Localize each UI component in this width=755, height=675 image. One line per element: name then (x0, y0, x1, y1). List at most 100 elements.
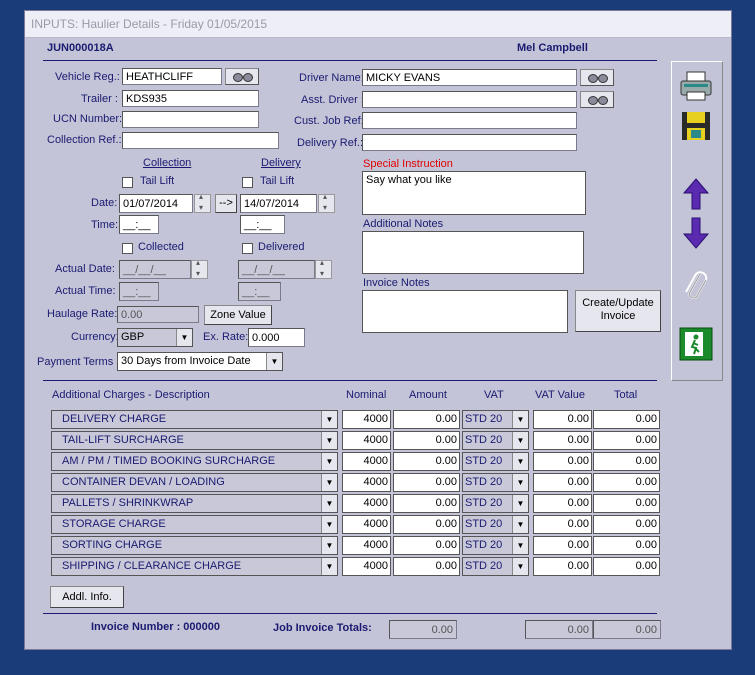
actual-date-collection-field[interactable]: __/__/__ (119, 260, 191, 279)
charge-vat-value-field[interactable]: 0.00 (533, 515, 592, 534)
charge-vat-value-field[interactable]: 0.00 (533, 473, 592, 492)
charge-amount-field[interactable]: 0.00 (393, 452, 460, 471)
charge-nominal-field[interactable]: 4000 (342, 557, 391, 576)
charge-description-select[interactable]: SORTING CHARGE ▼ (51, 536, 338, 555)
asst-driver-lookup-binoculars-icon[interactable] (580, 91, 614, 108)
charge-total-field[interactable]: 0.00 (593, 473, 660, 492)
create-update-invoice-button[interactable]: Create/Update Invoice (575, 290, 661, 332)
charge-vat-select[interactable]: STD 20 ▼ (462, 473, 529, 492)
charge-total-field[interactable]: 0.00 (593, 431, 660, 450)
vehicle-reg-field[interactable]: HEATHCLIFF (122, 68, 222, 85)
paperclip-icon[interactable] (678, 268, 714, 304)
arrow-up-icon[interactable] (678, 176, 714, 212)
delivered-checkbox[interactable] (242, 243, 253, 254)
ex-rate-field[interactable]: 0.000 (248, 328, 305, 347)
actual-date-delivery-spinner[interactable] (315, 258, 332, 279)
charge-nominal-field[interactable]: 4000 (342, 536, 391, 555)
charge-amount-field[interactable]: 0.00 (393, 557, 460, 576)
actual-date-delivery-field[interactable]: __/__/__ (238, 260, 315, 279)
chevron-down-icon: ▼ (266, 353, 282, 370)
exit-icon[interactable] (678, 326, 714, 362)
charge-description-select[interactable]: DELIVERY CHARGE ▼ (51, 410, 338, 429)
charge-vat-value-field[interactable]: 0.00 (533, 410, 592, 429)
collected-checkbox[interactable] (122, 243, 133, 254)
delivery-date-spinner[interactable] (318, 192, 335, 213)
charge-vat-select[interactable]: STD 20 ▼ (462, 494, 529, 513)
asst-driver-field[interactable] (362, 91, 577, 108)
printer-icon[interactable] (678, 68, 714, 104)
charge-description-select[interactable]: SHIPPING / CLEARANCE CHARGE ▼ (51, 557, 338, 576)
charge-vat-select[interactable]: STD 20 ▼ (462, 557, 529, 576)
charge-amount-field[interactable]: 0.00 (393, 515, 460, 534)
charge-nominal-field[interactable]: 4000 (342, 410, 391, 429)
driver-lookup-binoculars-icon[interactable] (580, 69, 614, 86)
charge-vat-select[interactable]: STD 20 ▼ (462, 410, 529, 429)
delivery-time-field[interactable]: __:__ (240, 215, 285, 234)
cust-job-ref-field[interactable] (362, 112, 577, 129)
copy-date-button[interactable]: --> (215, 194, 237, 213)
collection-date-field[interactable]: 01/07/2014 (119, 194, 193, 213)
charge-total-field[interactable]: 0.00 (593, 557, 660, 576)
charge-vat-select[interactable]: STD 20 ▼ (462, 536, 529, 555)
collection-date-spinner[interactable] (194, 192, 211, 213)
charge-vat-select[interactable]: STD 20 ▼ (462, 515, 529, 534)
delivery-tail-lift-checkbox[interactable] (242, 177, 253, 188)
charge-amount-field[interactable]: 0.00 (393, 431, 460, 450)
charge-amount-field[interactable]: 0.00 (393, 494, 460, 513)
collection-time-field[interactable]: __:__ (119, 215, 159, 234)
charge-total-field[interactable]: 0.00 (593, 494, 660, 513)
ucn-field[interactable] (122, 111, 259, 128)
currency-select[interactable]: GBP ▼ (117, 328, 193, 347)
charge-vat-value-field[interactable]: 0.00 (533, 557, 592, 576)
charge-vat-value-field[interactable]: 0.00 (533, 536, 592, 555)
charge-nominal-field[interactable]: 4000 (342, 431, 391, 450)
charge-total-field[interactable]: 0.00 (593, 452, 660, 471)
collection-ref-field[interactable] (122, 132, 279, 149)
charge-vat-value-field[interactable]: 0.00 (533, 431, 592, 450)
charge-nominal-field[interactable]: 4000 (342, 515, 391, 534)
save-disk-icon[interactable] (678, 108, 714, 144)
arrow-down-icon[interactable] (678, 215, 714, 251)
charge-description-select[interactable]: CONTAINER DEVAN / LOADING ▼ (51, 473, 338, 492)
charge-vat-value-field[interactable]: 0.00 (533, 494, 592, 513)
charge-nominal-field[interactable]: 4000 (342, 452, 391, 471)
actual-time-delivery-field[interactable]: __:__ (238, 282, 281, 301)
driver-name-field[interactable]: MICKY EVANS (362, 69, 577, 86)
haulage-rate-field[interactable]: 0.00 (117, 306, 199, 323)
actual-time-collection-field[interactable]: __:__ (119, 282, 159, 301)
haulage-rate-label: Haulage Rate: (47, 308, 118, 320)
charge-vat-select[interactable]: STD 20 ▼ (462, 431, 529, 450)
additional-notes-field[interactable] (362, 231, 584, 274)
charge-nominal-field[interactable]: 4000 (342, 473, 391, 492)
addl-info-button[interactable]: Addl. Info. (50, 586, 124, 608)
delivery-date-field[interactable]: 14/07/2014 (240, 194, 317, 213)
charge-amount-field[interactable]: 0.00 (393, 473, 460, 492)
delivery-ref-field[interactable] (362, 134, 577, 151)
charge-description: STORAGE CHARGE (62, 518, 166, 530)
charge-description-select[interactable]: STORAGE CHARGE ▼ (51, 515, 338, 534)
job-invoice-totals-label: Job Invoice Totals: (273, 622, 372, 634)
charge-amount-field[interactable]: 0.00 (393, 410, 460, 429)
actual-time-label: Actual Time: (55, 285, 116, 297)
zone-value-button[interactable]: Zone Value (204, 305, 272, 325)
charge-total-field[interactable]: 0.00 (593, 536, 660, 555)
currency-value: GBP (121, 331, 145, 343)
charge-description-select[interactable]: TAIL-LIFT SURCHARGE ▼ (51, 431, 338, 450)
charge-vat-value-field[interactable]: 0.00 (533, 452, 592, 471)
trailer-field[interactable]: KDS935 (122, 90, 259, 107)
invoice-notes-field[interactable] (362, 290, 568, 333)
payment-terms-select[interactable]: 30 Days from Invoice Date ▼ (117, 352, 283, 371)
charge-vat-code: STD 20 (465, 476, 503, 488)
charge-vat-select[interactable]: STD 20 ▼ (462, 452, 529, 471)
charge-description-select[interactable]: PALLETS / SHRINKWRAP ▼ (51, 494, 338, 513)
actual-date-collection-spinner[interactable] (191, 258, 208, 279)
collection-tail-lift-checkbox[interactable] (122, 177, 133, 188)
charge-total-field[interactable]: 0.00 (593, 410, 660, 429)
charge-description-select[interactable]: AM / PM / TIMED BOOKING SURCHARGE ▼ (51, 452, 338, 471)
special-instruction-field[interactable]: Say what you like (362, 171, 586, 215)
vehicle-lookup-binoculars-icon[interactable] (225, 68, 259, 85)
charge-amount-field[interactable]: 0.00 (393, 536, 460, 555)
vehicle-reg-label: Vehicle Reg.: (55, 71, 120, 83)
charge-nominal-field[interactable]: 4000 (342, 494, 391, 513)
charge-total-field[interactable]: 0.00 (593, 515, 660, 534)
